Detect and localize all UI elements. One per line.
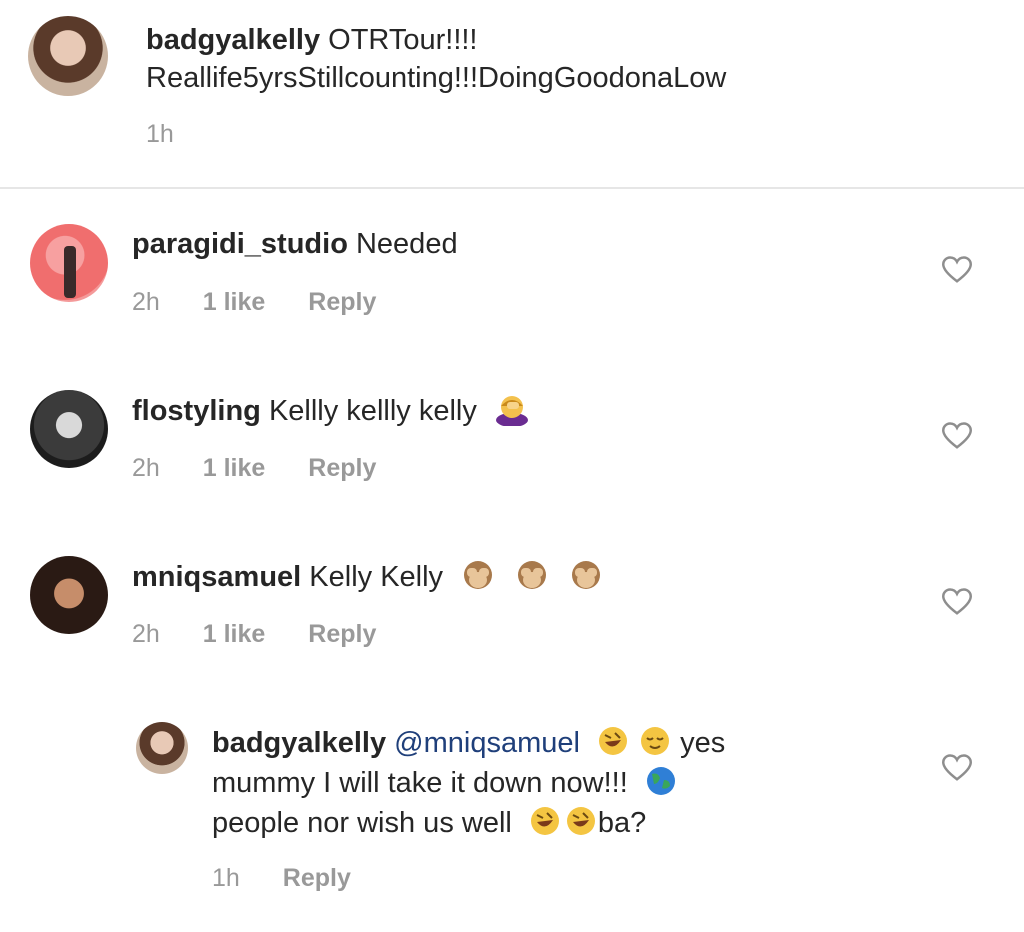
reply-line-2: mummy I will take it down now!!! — [212, 764, 678, 801]
reply-time: 1h — [212, 864, 240, 892]
reply-text-3: people nor wish us well — [212, 807, 512, 839]
comment-likes[interactable]: 1 like — [203, 288, 266, 316]
reply-button[interactable]: Reply — [308, 620, 376, 648]
like-heart-icon[interactable] — [942, 256, 972, 284]
caption-timestamp: 1h — [146, 120, 174, 148]
reply-line-3: people nor wish us well ba? — [212, 804, 646, 841]
comment-1-text: paragidi_studio Needed — [132, 226, 458, 262]
like-heart-icon[interactable] — [942, 422, 972, 450]
rolling-on-floor-laughing-emoji — [566, 807, 595, 835]
comment-time: 2h — [132, 288, 160, 316]
like-heart-icon[interactable] — [942, 754, 972, 782]
avatar-reply-user[interactable] — [136, 722, 188, 774]
reply-text-1: yes — [680, 727, 726, 759]
divider — [0, 187, 1024, 189]
caption-line-2: Reallife5yrsStillcounting!!!DoingGoodona… — [146, 62, 727, 94]
relieved-face-emoji — [641, 727, 669, 755]
see-no-evil-monkey-emoji — [572, 561, 601, 589]
comment-time: 2h — [132, 454, 160, 482]
reply-username[interactable]: badgyalkelly — [212, 727, 386, 759]
comment-2-meta: 2h 1 like Reply — [132, 454, 412, 483]
comment-3-meta: 2h 1 like Reply — [132, 620, 412, 649]
avatar-paragidi-studio[interactable] — [30, 224, 108, 302]
comment-body: Kelly Kelly — [309, 561, 444, 593]
comment-username[interactable]: mniqsamuel — [132, 561, 301, 593]
avatar-caption-user[interactable] — [28, 16, 108, 96]
avatar-flostyling[interactable] — [30, 390, 108, 468]
reply-meta: 1h Reply — [212, 864, 387, 893]
reply-mention[interactable]: @mniqsamuel — [394, 727, 580, 759]
like-heart-icon[interactable] — [942, 588, 972, 616]
rolling-on-floor-laughing-emoji — [599, 727, 627, 755]
comment-3-text: mniqsamuel Kelly Kelly — [132, 558, 605, 595]
caption-text-1: OTRTour!!!! — [328, 24, 478, 56]
reply-button[interactable]: Reply — [283, 864, 351, 892]
comment-body: Kellly kellly kelly — [268, 395, 477, 427]
comment-likes[interactable]: 1 like — [203, 620, 266, 648]
reply-button[interactable]: Reply — [308, 454, 376, 482]
comment-likes[interactable]: 1 like — [203, 454, 266, 482]
woman-facepalming-emoji — [495, 396, 528, 426]
comment-username[interactable]: paragidi_studio — [132, 228, 348, 260]
see-no-evil-monkey-emoji — [518, 561, 547, 589]
reply-text-2: mummy I will take it down now!!! — [212, 767, 628, 799]
reply-line-1: badgyalkelly @mniqsamuel yes — [212, 724, 725, 761]
avatar-mniqsamuel[interactable] — [30, 556, 108, 634]
comment-time: 2h — [132, 620, 160, 648]
reply-text-4: ba? — [597, 807, 647, 839]
comment-1-meta: 2h 1 like Reply — [132, 288, 412, 317]
comment-2-text: flostyling Kellly kellly kelly — [132, 392, 531, 429]
caption-line-1: badgyalkelly OTRTour!!!! — [146, 22, 478, 58]
globe-emoji — [646, 767, 675, 795]
comment-username[interactable]: flostyling — [132, 395, 261, 427]
comment-body: Needed — [355, 228, 458, 260]
see-no-evil-monkey-emoji — [464, 561, 493, 589]
caption-username[interactable]: badgyalkelly — [146, 24, 320, 56]
rolling-on-floor-laughing-emoji — [530, 807, 559, 835]
caption-time: 1h — [146, 120, 210, 149]
reply-button[interactable]: Reply — [308, 288, 376, 316]
